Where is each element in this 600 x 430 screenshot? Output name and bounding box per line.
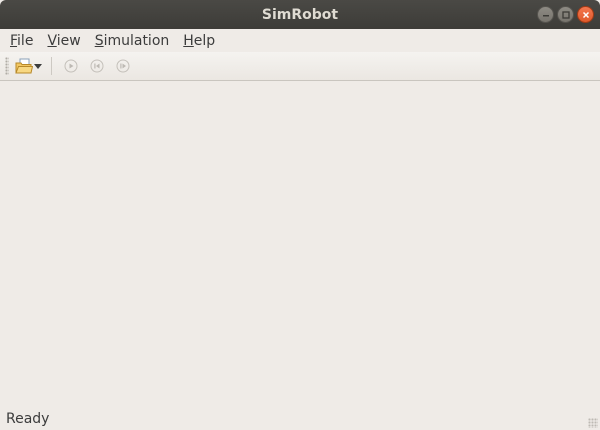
title-bar[interactable]: SimRobot [0, 0, 600, 29]
status-bar: Ready [0, 408, 600, 430]
reset-button[interactable] [89, 58, 105, 74]
menu-file-mnemonic: F [10, 32, 18, 49]
window-title: SimRobot [261, 6, 339, 23]
menu-view[interactable]: View [47, 33, 80, 49]
minimize-icon [542, 14, 549, 16]
toolbar [0, 52, 600, 81]
play-button[interactable] [63, 58, 79, 74]
toolbar-separator [51, 57, 52, 75]
menu-bar: File View Simulation Help [0, 29, 600, 52]
menu-simulation-mnemonic: S [94, 32, 104, 49]
menu-help[interactable]: Help [183, 33, 215, 49]
menu-simulation[interactable]: Simulation [95, 33, 170, 49]
menu-help-mnemonic: H [183, 32, 194, 49]
open-folder-icon [15, 58, 33, 74]
minimize-button[interactable] [537, 6, 554, 23]
window-controls [537, 6, 594, 23]
maximize-button[interactable] [557, 6, 574, 23]
reset-icon [90, 59, 104, 73]
menu-help-label: elp [193, 32, 216, 49]
play-icon [64, 59, 78, 73]
resize-grip[interactable] [588, 418, 598, 428]
menu-view-label: iew [56, 32, 81, 49]
step-icon [116, 59, 130, 73]
main-area [0, 82, 600, 408]
menu-file-label: ile [17, 32, 34, 49]
open-button[interactable] [15, 58, 43, 74]
menu-file[interactable]: File [10, 33, 33, 49]
close-icon [582, 11, 589, 18]
maximize-icon [561, 10, 570, 19]
close-button[interactable] [577, 6, 594, 23]
toolbar-grip[interactable] [5, 57, 9, 75]
menu-view-mnemonic: V [47, 32, 57, 49]
chevron-down-icon[interactable] [33, 62, 43, 70]
step-button[interactable] [115, 58, 131, 74]
status-text: Ready [6, 411, 50, 427]
menu-simulation-label: imulation [103, 32, 170, 49]
